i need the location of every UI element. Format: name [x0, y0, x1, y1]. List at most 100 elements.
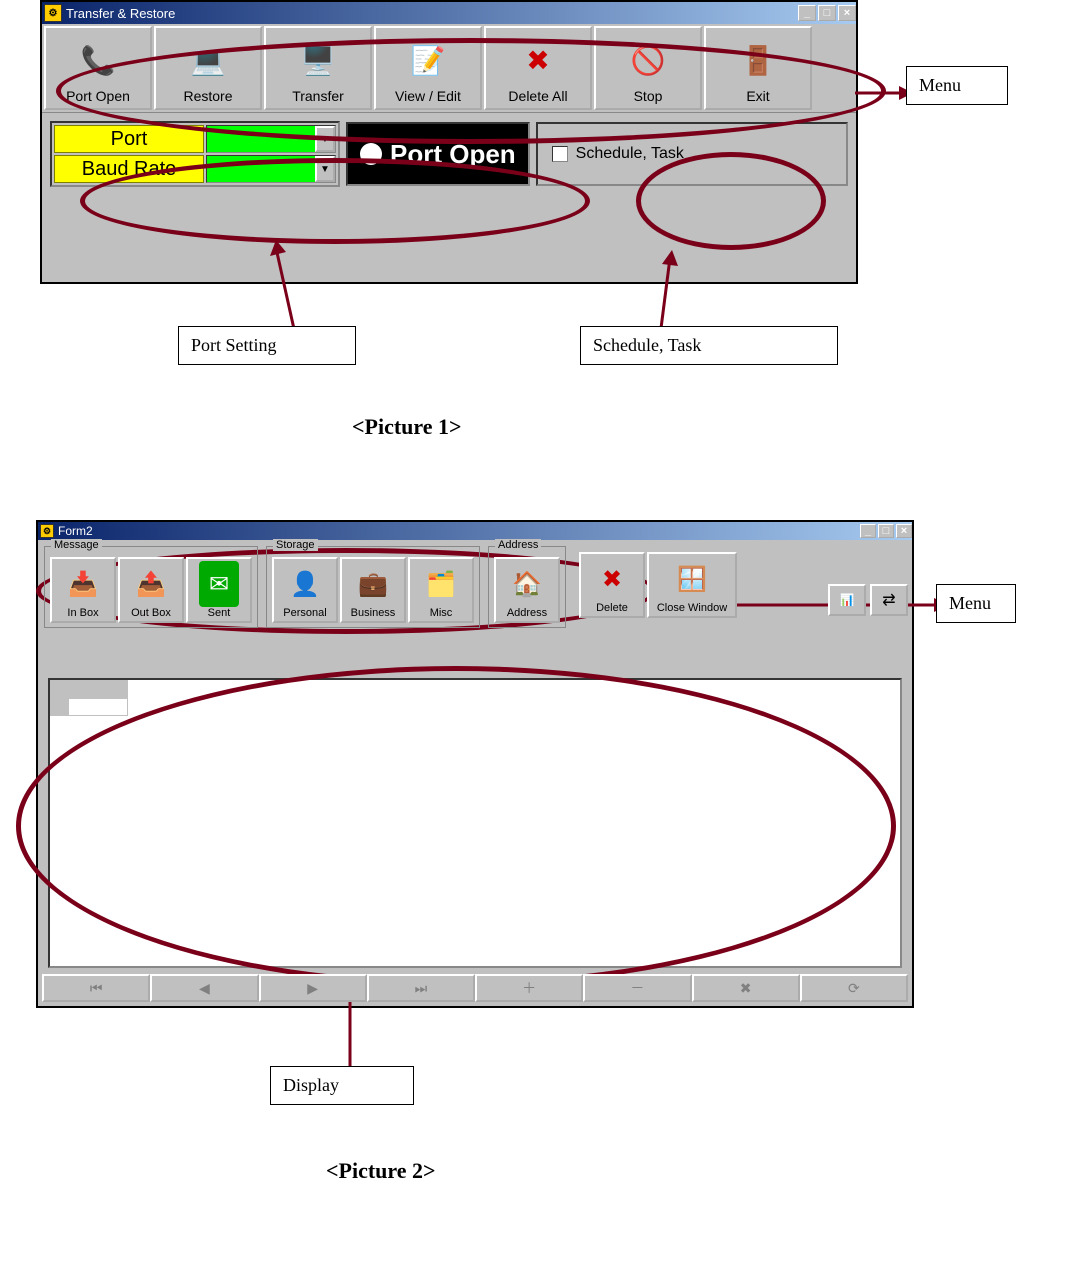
titlebar[interactable]: ⚙ Transfer & Restore _ □ × — [42, 2, 856, 24]
business-button[interactable]: 💼 Business — [340, 557, 406, 623]
group-message: Message 📥 In Box 📤 Out Box ✉ Sent — [44, 546, 258, 628]
address-button[interactable]: 🏠 Address — [494, 557, 560, 623]
callout-display: Display — [270, 1066, 414, 1105]
stop-icon: 🚫 — [631, 32, 666, 88]
nav-first[interactable]: ⏮ — [42, 974, 150, 1002]
nav-cancel[interactable]: ✖ — [692, 974, 800, 1002]
nav-last[interactable]: ⏭ — [367, 974, 475, 1002]
business-label: Business — [351, 607, 396, 619]
exit-icon: 🚪 — [741, 32, 776, 88]
transfer-label: Transfer — [292, 88, 344, 104]
titlebar-form2[interactable]: ⚙ Form2 _ □ × — [38, 522, 912, 540]
port-select[interactable]: ▼ — [206, 125, 336, 153]
close-button[interactable]: × — [896, 524, 912, 538]
transfer-icon: 🖥️ — [301, 32, 336, 88]
window-title-form2: Form2 — [58, 524, 93, 538]
port-open-button[interactable]: 📞 Port Open — [44, 26, 152, 110]
grid-header-cell — [68, 680, 128, 698]
main-toolbar: 📞 Port Open 💻 Restore 🖥️ Transfer 📝 View… — [42, 24, 856, 112]
outbox-label: Out Box — [131, 607, 171, 619]
delete-all-label: Delete All — [508, 88, 567, 104]
group-storage-label: Storage — [273, 539, 318, 551]
phone-icon: 📞 — [81, 32, 116, 88]
briefcase-icon: 💼 — [358, 561, 388, 607]
callout-schedule-text: Schedule, Task — [593, 335, 701, 355]
exit-button[interactable]: 🚪 Exit — [704, 26, 812, 110]
sent-icon: ✉ — [199, 561, 239, 607]
nav-label-row: First Prev Next Last Insert Delete Cance… — [40, 990, 910, 1272]
view-edit-button[interactable]: 📝 View / Edit — [374, 26, 482, 110]
chevron-down-icon[interactable]: ▼ — [315, 156, 335, 182]
caption-picture2: <Picture 2> — [326, 1158, 436, 1184]
outbox-button[interactable]: 📤 Out Box — [118, 557, 184, 623]
status-dot-icon — [360, 143, 382, 165]
nav-refresh[interactable]: ⟳ — [800, 974, 908, 1002]
chevron-down-icon[interactable]: ▼ — [315, 126, 335, 152]
house-icon: 🏠 — [512, 561, 542, 607]
window-form2: ⚙ Form2 _ □ × Message 📥 In Box 📤 Out Box… — [36, 520, 914, 1008]
layout-icon: ⇄ — [882, 590, 895, 610]
caption-picture1: <Picture 1> — [352, 414, 462, 440]
close-button[interactable]: × — [838, 5, 856, 21]
transfer-button[interactable]: 🖥️ Transfer — [264, 26, 372, 110]
maximize-button[interactable]: □ — [878, 524, 894, 538]
stop-label: Stop — [634, 88, 663, 104]
callout-menu-text: Menu — [919, 75, 961, 95]
layout-button[interactable]: ⇄ — [870, 584, 908, 616]
nav-delete-label: Delete — [584, 990, 693, 1272]
callout-menu2: Menu — [936, 584, 1016, 623]
minimize-button[interactable]: _ — [860, 524, 876, 538]
nav-prev-label: Prev — [149, 990, 258, 1272]
misc-icon: 🗂️ — [426, 561, 456, 607]
baud-rate-select[interactable]: ▼ — [206, 155, 336, 183]
display-grid[interactable] — [48, 678, 902, 968]
personal-label: Personal — [283, 607, 326, 619]
delete-icon: ✖ — [526, 32, 549, 88]
delete-label: Delete — [596, 602, 628, 614]
misc-button[interactable]: 🗂️ Misc — [408, 557, 474, 623]
sql-icon: 📊 — [840, 593, 855, 607]
port-label: Port — [54, 125, 204, 153]
sql-button[interactable]: 📊 — [828, 584, 866, 616]
restore-label: Restore — [183, 88, 232, 104]
restore-icon: 💻 — [191, 32, 226, 88]
minimize-button[interactable]: _ — [798, 5, 816, 21]
window-title: Transfer & Restore — [66, 6, 175, 21]
edit-icon: 📝 — [411, 32, 446, 88]
nav-delete[interactable]: － — [583, 974, 691, 1002]
sent-label: Sent — [208, 607, 231, 619]
grid-row-header — [50, 698, 68, 716]
inbox-button[interactable]: 📥 In Box — [50, 557, 116, 623]
schedule-checkbox[interactable] — [552, 146, 568, 162]
nav-prev[interactable]: ◀ — [150, 974, 258, 1002]
delete-all-button[interactable]: ✖ Delete All — [484, 26, 592, 110]
close-window-label: Close Window — [657, 602, 727, 614]
app-icon: ⚙ — [40, 524, 54, 538]
inbox-label: In Box — [67, 607, 98, 619]
callout-menu: Menu — [906, 66, 1008, 105]
delete-button[interactable]: ✖ Delete — [579, 552, 645, 618]
restore-button[interactable]: 💻 Restore — [154, 26, 262, 110]
outbox-icon: 📤 — [136, 561, 166, 607]
inbox-icon: 📥 — [68, 561, 98, 607]
close-window-button[interactable]: 🪟 Close Window — [647, 552, 737, 618]
maximize-button[interactable]: □ — [818, 5, 836, 21]
nav-next[interactable]: ▶ — [259, 974, 367, 1002]
view-edit-label: View / Edit — [395, 88, 461, 104]
misc-label: Misc — [430, 607, 453, 619]
grid-cell[interactable] — [68, 698, 128, 716]
group-storage: Storage 👤 Personal 💼 Business 🗂️ Misc — [266, 546, 480, 628]
personal-icon: 👤 — [290, 561, 320, 607]
group-address: Address 🏠 Address — [488, 546, 566, 628]
schedule-task-area[interactable]: Schedule, Task — [536, 122, 848, 186]
stop-button[interactable]: 🚫 Stop — [594, 26, 702, 110]
nav-first-label: First — [40, 990, 149, 1272]
nav-insert[interactable]: ＋ — [475, 974, 583, 1002]
settings-bar: Port Baud Rate ▼ ▼ Port Open Schedule, T… — [42, 112, 856, 195]
sent-button[interactable]: ✉ Sent — [186, 557, 252, 623]
schedule-label: Schedule, Task — [576, 145, 684, 163]
callout-menu2-text: Menu — [949, 593, 991, 613]
personal-button[interactable]: 👤 Personal — [272, 557, 338, 623]
exit-label: Exit — [746, 88, 769, 104]
callout-port-setting: Port Setting — [178, 326, 356, 365]
